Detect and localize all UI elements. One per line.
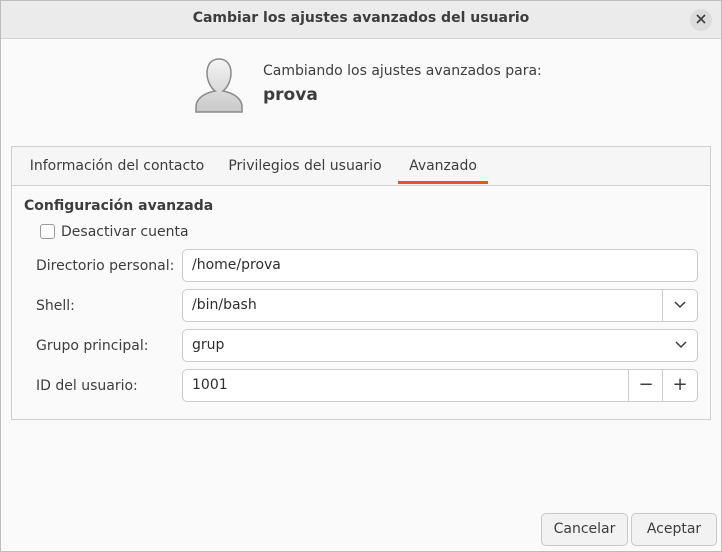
- user-avatar-icon: [195, 58, 243, 113]
- section-title: Configuración avanzada: [24, 198, 214, 214]
- home-dir-value: /home/prova: [192, 257, 281, 273]
- shell-value: /bin/bash: [192, 297, 257, 313]
- disable-account-checkbox[interactable]: [40, 224, 55, 239]
- group-value: grup: [192, 337, 225, 353]
- uid-label: ID del usuario:: [36, 378, 138, 394]
- window-title: Cambiar los ajustes avanzados del usuari…: [192, 10, 530, 26]
- tab-bar: Información del contacto Privilegios del…: [12, 147, 710, 186]
- group-select[interactable]: grup: [182, 329, 698, 362]
- home-dir-label: Directorio personal:: [36, 258, 175, 274]
- shell-dropdown-button[interactable]: [662, 290, 697, 321]
- home-dir-input[interactable]: /home/prova: [182, 249, 698, 282]
- settings-notebook: Información del contacto Privilegios del…: [11, 146, 711, 420]
- user-header: Cambiando los ajustes avanzados para: pr…: [191, 55, 611, 117]
- close-button[interactable]: [690, 9, 712, 31]
- uid-decrement-button[interactable]: −: [628, 370, 663, 401]
- header-username: prova: [263, 85, 318, 105]
- uid-increment-button[interactable]: +: [662, 370, 697, 401]
- chevron-down-icon: [674, 301, 686, 309]
- dialog-window: Cambiar los ajustes avanzados del usuari…: [0, 0, 722, 552]
- close-icon: [696, 13, 706, 24]
- cancel-button[interactable]: Cancelar: [541, 513, 628, 546]
- shell-combo[interactable]: /bin/bash: [182, 289, 698, 322]
- tab-contact-info[interactable]: Información del contacto: [20, 147, 214, 184]
- accept-button[interactable]: Aceptar: [631, 513, 717, 546]
- group-label: Grupo principal:: [36, 338, 149, 354]
- titlebar[interactable]: Cambiar los ajustes avanzados del usuari…: [1, 1, 721, 39]
- header-subtitle: Cambiando los ajustes avanzados para:: [263, 63, 542, 79]
- tab-user-privileges[interactable]: Privilegios del usuario: [222, 147, 388, 184]
- group-dropdown-arrow: [675, 330, 687, 361]
- shell-label: Shell:: [36, 298, 75, 314]
- chevron-down-icon: [675, 341, 687, 349]
- tab-advanced[interactable]: Avanzado: [398, 147, 488, 184]
- disable-account-label[interactable]: Desactivar cuenta: [61, 224, 189, 240]
- uid-value[interactable]: 1001: [192, 377, 228, 393]
- uid-spinbutton[interactable]: 1001 − +: [182, 369, 698, 402]
